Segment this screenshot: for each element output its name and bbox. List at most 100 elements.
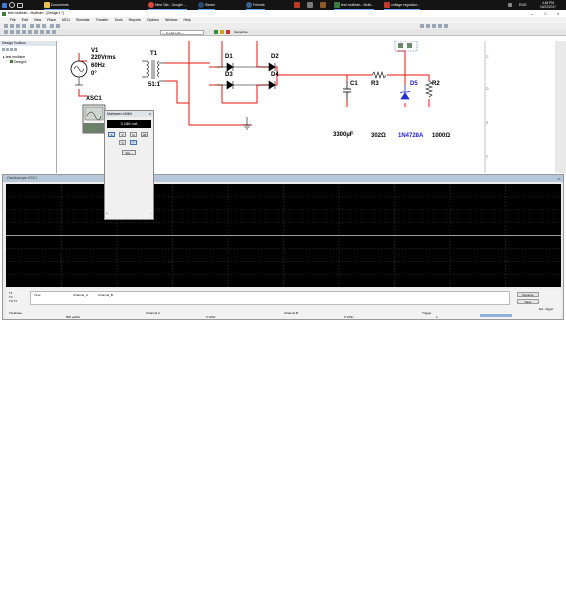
dc-mode-button[interactable]: ═ (130, 140, 137, 145)
maximize-button[interactable]: □ (544, 11, 546, 16)
tray-lang[interactable]: ENG (519, 1, 527, 9)
tray-icons[interactable] (508, 1, 512, 9)
zoom-area-icon[interactable] (432, 24, 436, 28)
terminal-plus: - (151, 211, 152, 215)
ac-source-v1 (70, 60, 88, 86)
analog-icon[interactable] (28, 30, 32, 34)
taskbar-pinned-3[interactable] (320, 1, 326, 9)
mcu-icon[interactable] (46, 30, 50, 34)
mode-voltmeter-button[interactable]: V (119, 132, 126, 137)
taskbar-app-multisim[interactable]: test multisim - Multi... (334, 1, 374, 10)
in-use-list-select[interactable]: --- In-Use List --- (160, 29, 204, 35)
taskbar-app-steam[interactable]: Steam (198, 1, 216, 10)
toolbox-icon[interactable] (10, 48, 13, 51)
tree-item-project[interactable]: ▸ test multisim (3, 55, 25, 59)
channel-b-scale[interactable]: 5 V/Div (344, 315, 354, 319)
multimeter-set-button[interactable]: Set... (122, 150, 136, 155)
menu-file[interactable]: File (10, 18, 16, 22)
toolbox-icon[interactable] (2, 48, 5, 51)
channel-a-scale[interactable]: 5 V/Div (206, 315, 216, 319)
new-icon[interactable] (4, 24, 8, 28)
cmos-icon[interactable] (40, 30, 44, 34)
indicator-icon[interactable] (52, 30, 56, 34)
menu-help[interactable]: Help (183, 18, 190, 22)
save-icon[interactable] (16, 24, 20, 28)
design-toolbox: Design Toolbox ▸ test multisim Design1 (0, 41, 57, 173)
full-screen-icon[interactable] (444, 24, 448, 28)
redo-icon[interactable] (56, 24, 60, 28)
oscilloscope-grid (6, 184, 561, 287)
label-t1-ratio: 51:1 (148, 82, 161, 88)
tree-item-design[interactable]: Design1 (10, 60, 27, 64)
transistor-icon[interactable] (22, 30, 26, 34)
menu-window[interactable]: Window (165, 18, 177, 22)
menu-mcu[interactable]: MCU (62, 18, 70, 22)
zoom-fit-icon[interactable] (438, 24, 442, 28)
reverse-button[interactable]: Reverse (517, 292, 539, 297)
multimeter-terminal (398, 43, 403, 48)
taskbar-pinned-1[interactable] (294, 1, 300, 9)
zener-diode-d5 (399, 85, 411, 100)
oscilloscope-window[interactable]: Oscilloscope-XSC1 × T1 T2 T2-T1 Time Cha… (2, 174, 564, 320)
copy-icon[interactable] (36, 24, 40, 28)
menu-place[interactable]: Place (47, 18, 56, 22)
taskbar-app-pdf[interactable]: voltage regulator... (384, 1, 420, 10)
ac-mode-button[interactable]: ∿ (119, 140, 126, 145)
taskbar-app-chrome[interactable]: New Tab - Google ... (148, 1, 187, 10)
print-icon[interactable] (22, 24, 26, 28)
source-icon[interactable] (4, 30, 8, 34)
zoom-out-icon[interactable] (426, 24, 430, 28)
mode-ammeter-button[interactable]: A (108, 132, 115, 137)
oscilloscope-screen[interactable] (6, 184, 561, 287)
menu-edit[interactable]: Edit (22, 18, 28, 22)
close-button[interactable]: × (557, 11, 559, 16)
toolbox-icon[interactable] (14, 48, 17, 51)
trigger-edge-buttons[interactable] (480, 314, 512, 317)
paste-icon[interactable] (42, 24, 46, 28)
multimeter-window[interactable]: Multimeter-XMM1 × 3.186 mA A V Ω dB ∿ ═ … (104, 110, 154, 220)
mode-db-button[interactable]: dB (141, 132, 148, 137)
save-button[interactable]: Save (517, 299, 539, 304)
taskbar: Documents New Tab - Google ... Steam Fri… (0, 0, 566, 10)
menu-options[interactable]: Options (147, 18, 159, 22)
minimize-button[interactable]: – (531, 11, 533, 16)
taskbar-app-label: Documents (51, 3, 69, 7)
trigger-level[interactable]: 1 (436, 315, 438, 319)
ttl-icon[interactable] (34, 30, 38, 34)
toolbox-icon[interactable] (6, 48, 9, 51)
menu-tools[interactable]: Tools (114, 18, 122, 22)
mode-ohmmeter-button[interactable]: Ω (130, 132, 137, 137)
row-t2-t1: T2-T1 (9, 299, 18, 303)
tray-clock[interactable]: 4:45 PM 10/22/2017 (540, 1, 556, 9)
zoom-in-icon[interactable] (420, 24, 424, 28)
timebase-scale[interactable]: 500 µs/Div (66, 315, 80, 319)
search-button[interactable] (9, 1, 15, 9)
multimeter-close-button[interactable]: × (149, 111, 151, 117)
pause-icon[interactable] (220, 30, 224, 34)
cut-icon[interactable] (30, 24, 34, 28)
label-d5-value: 1N4728A (398, 133, 424, 139)
taskbar-app-friends[interactable]: Friends (246, 1, 265, 10)
vertical-scrollbar[interactable] (555, 41, 566, 173)
basic-icon[interactable] (10, 30, 14, 34)
task-view-button[interactable] (17, 1, 23, 9)
col-channel-a: Channel_A (73, 293, 88, 297)
resistor-r3 (371, 71, 387, 79)
undo-icon[interactable] (50, 24, 54, 28)
diode-icon[interactable] (16, 30, 20, 34)
menu-view[interactable]: View (34, 18, 42, 22)
taskbar-app-documents[interactable]: Documents (44, 1, 69, 10)
menu-simulate[interactable]: Simulate (76, 18, 90, 22)
menu-transfer[interactable]: Transfer (96, 18, 109, 22)
menu-reports[interactable]: Reports (129, 18, 141, 22)
interactive-button[interactable]: Interactive (234, 30, 248, 34)
oscilloscope-close-button[interactable]: × (558, 175, 560, 182)
task-view-icon (17, 2, 23, 8)
open-icon[interactable] (10, 24, 14, 28)
oscilloscope-controls: T1 T2 T2-T1 Time Channel_A Channel_B Rev… (6, 289, 561, 319)
taskbar-pinned-2[interactable] (307, 1, 313, 9)
start-button[interactable] (2, 1, 7, 9)
run-icon[interactable] (214, 30, 218, 34)
stop-icon[interactable] (226, 30, 230, 34)
multimeter-terminal (407, 43, 412, 48)
